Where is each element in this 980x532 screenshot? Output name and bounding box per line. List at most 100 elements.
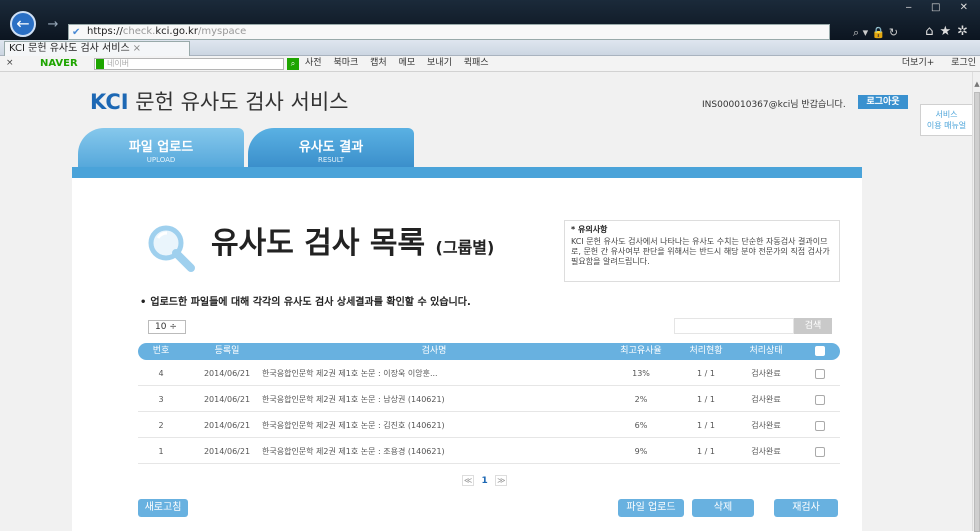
row-progress: 1 / 1: [697, 447, 715, 456]
manual-side-tab[interactable]: 서비스 이용 매뉴얼: [920, 104, 972, 136]
row-status: 검사완료: [751, 447, 781, 456]
row-title[interactable]: 한국응합인문학 제2권 제1호 논문 : 남상권 (140621): [262, 388, 506, 412]
table-row[interactable]: 2 2014/06/21 한국응합인문학 제2권 제1호 논문 : 김진호 (1…: [138, 414, 840, 438]
site-logo[interactable]: KCI 문헌 유사도 검사 서비스: [90, 86, 348, 116]
side-tab-line2: 이용 매뉴얼: [926, 121, 967, 130]
recheck-button[interactable]: 재검사: [774, 499, 838, 517]
tab-result[interactable]: 유사도 결과 RESULT: [248, 128, 414, 167]
row-checkbox[interactable]: [802, 362, 838, 386]
row-date: 2014/06/21: [203, 421, 251, 430]
table-header: 번호 등록일 검사명 최고유사율 처리현황 처리상태: [138, 343, 840, 360]
address-bar[interactable]: ✔ https://check.kci.go.kr/myspace: [68, 24, 830, 40]
toolbar-items: 사전 북마크 캡처 메모 보내기 퀵패스: [305, 56, 498, 71]
browser-titlebar: ← → ✔ https://check.kci.go.kr/myspace ⌕ ▾…: [0, 0, 980, 40]
tab-close-icon[interactable]: ×: [133, 43, 141, 54]
naver-search-input[interactable]: 네이버: [94, 58, 284, 70]
list-description: 업로드한 파일들에 대해 각각의 유사도 검사 상세결과를 확인할 수 있습니다…: [140, 293, 470, 308]
toolbar-item-capture[interactable]: 캡처: [370, 58, 387, 68]
toolbar-item-bookmark[interactable]: 북마크: [333, 58, 358, 68]
row-status: 검사완료: [751, 421, 781, 430]
scroll-thumb[interactable]: [974, 92, 980, 532]
header-progress: 처리현황: [689, 346, 723, 356]
row-progress: 1 / 1: [697, 421, 715, 430]
page-size-select[interactable]: 10 ÷: [148, 320, 186, 334]
browser-tab[interactable]: KCI 문헌 유사도 검사 서비스 ×: [4, 41, 190, 56]
row-date: 2014/06/21: [203, 395, 251, 404]
row-checkbox[interactable]: [802, 440, 838, 464]
home-star-gear-icons[interactable]: ⌂★✲: [925, 24, 974, 39]
search-button[interactable]: 검색: [794, 318, 832, 334]
pagination: ≪ 1 ≫: [457, 475, 512, 486]
row-no: 1: [158, 447, 164, 456]
table-row[interactable]: 4 2014/06/21 한국응합인문학 제2권 제1호 논문 : 이장욱 이앙…: [138, 362, 840, 386]
naver-search-icon[interactable]: ⌕: [287, 58, 299, 70]
forward-arrow-icon[interactable]: →: [44, 16, 62, 34]
row-date: 2014/06/21: [203, 369, 251, 378]
row-similarity: 9%: [634, 447, 648, 456]
row-date: 2014/06/21: [203, 447, 251, 456]
naver-logo[interactable]: NAVER: [40, 56, 78, 71]
url-subdomain: check.: [122, 26, 156, 37]
toolbar-item-dictionary[interactable]: 사전: [305, 58, 322, 68]
row-status: 검사완료: [751, 395, 781, 404]
delete-button[interactable]: 삭제: [692, 499, 754, 517]
tab-upload-sub: UPLOAD: [146, 156, 176, 164]
tab-result-label: 유사도 결과: [298, 140, 364, 155]
tab-title: KCI 문헌 유사도 검사 서비스: [9, 43, 130, 54]
toolbar-more[interactable]: 더보기+: [902, 58, 934, 68]
row-progress: 1 / 1: [697, 369, 715, 378]
prev-page-button[interactable]: ≪: [462, 475, 474, 486]
url-domain: kci.go.kr: [155, 26, 198, 37]
row-checkbox[interactable]: [802, 388, 838, 412]
table-row[interactable]: 3 2014/06/21 한국응합인문학 제2권 제1호 논문 : 남상권 (1…: [138, 388, 840, 412]
side-tab-line1: 서비스: [935, 110, 958, 119]
notice-title: * 유의사항: [571, 225, 608, 234]
logo-brand: KCI: [90, 90, 129, 114]
upload-button[interactable]: 파일 업로드: [618, 499, 684, 517]
toolbar-item-quickpass[interactable]: 퀵패스: [464, 58, 489, 68]
toolbar-item-memo[interactable]: 메모: [399, 58, 416, 68]
page-title-suffix: (그룹별): [435, 238, 495, 257]
header-similarity: 최고유사율: [620, 346, 662, 356]
naver-search-placeholder: 네이버: [107, 59, 130, 68]
select-all-checkbox[interactable]: [802, 343, 838, 360]
page-title-main: 유사도 검사 목록: [211, 226, 426, 261]
tab-bar: KCI 문헌 유사도 검사 서비스 ×: [0, 40, 980, 56]
scroll-up-icon[interactable]: ▲: [973, 80, 980, 88]
toolbar-close-icon[interactable]: ×: [6, 56, 14, 71]
logo-text: 문헌 유사도 검사 서비스: [135, 90, 349, 114]
table-row[interactable]: 1 2014/06/21 한국응합인문학 제2권 제1호 논문 : 조용경 (1…: [138, 440, 840, 464]
row-checkbox[interactable]: [802, 414, 838, 438]
window-controls[interactable]: ‒ □ ✕: [905, 2, 976, 13]
header-status: 처리상태: [749, 346, 783, 356]
next-page-button[interactable]: ≫: [495, 475, 508, 486]
toolbar-right: 더보기+ 로그인: [888, 56, 976, 71]
row-title[interactable]: 한국응합인문학 제2권 제1호 논문 : 이장욱 이앙훈...: [262, 362, 506, 386]
toolbar-item-send[interactable]: 보내기: [427, 58, 452, 68]
naver-icon: [96, 59, 104, 69]
row-no: 3: [158, 395, 164, 404]
refresh-button[interactable]: 새로고침: [138, 499, 188, 517]
tab-result-sub: RESULT: [317, 156, 345, 164]
url-path: /myspace: [197, 26, 247, 37]
toolbar-login[interactable]: 로그인: [951, 58, 976, 68]
current-page[interactable]: 1: [482, 476, 488, 486]
address-controls[interactable]: ⌕ ▾ 🔒 ↻: [853, 26, 898, 40]
site-icon: ✔: [72, 27, 81, 38]
back-arrow-icon[interactable]: ←: [10, 11, 36, 37]
page-title: 유사도 검사 목록 (그룹별): [211, 218, 494, 262]
notice-box: * 유의사항 KCI 문헌 유사도 검사에서 나타나는 유사도 수치는 단순한 …: [564, 220, 840, 282]
row-similarity: 2%: [634, 395, 648, 404]
notice-body: KCI 문헌 유사도 검사에서 나타나는 유사도 수치는 단순한 자동검사 결과…: [571, 237, 830, 266]
naver-toolbar: × NAVER 네이버 ⌕ 사전 북마크 캡처 메모 보내기 퀵패스 더보기+ …: [0, 56, 980, 72]
row-progress: 1 / 1: [697, 395, 715, 404]
row-title[interactable]: 한국응합인문학 제2권 제1호 논문 : 김진호 (140621): [262, 414, 506, 438]
row-title[interactable]: 한국응합인문학 제2권 제1호 논문 : 조용경 (140621): [262, 440, 506, 464]
search-input[interactable]: [674, 318, 794, 334]
logout-button[interactable]: 로그아웃: [858, 95, 908, 109]
tab-underline: [72, 167, 862, 178]
tab-upload-label: 파일 업로드: [128, 140, 194, 155]
tab-upload[interactable]: 파일 업로드 UPLOAD: [78, 128, 244, 167]
page-scrollbar[interactable]: ▲: [972, 72, 980, 532]
row-similarity: 13%: [632, 369, 650, 378]
